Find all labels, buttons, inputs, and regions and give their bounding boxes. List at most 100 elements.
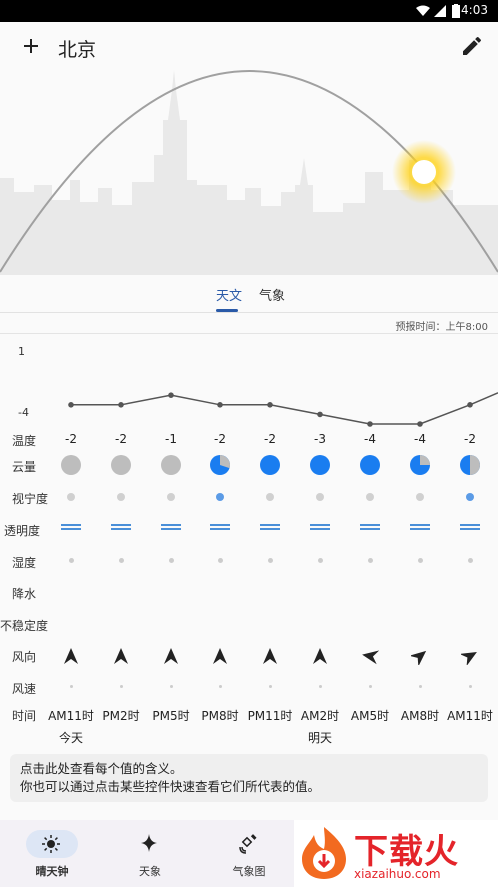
temperature-point[interactable] bbox=[168, 392, 174, 398]
humidity-dot[interactable] bbox=[119, 558, 124, 563]
cloud-cover-indicator[interactable] bbox=[209, 454, 231, 476]
temperature-value[interactable]: -2 bbox=[195, 432, 245, 446]
seeing-dot[interactable] bbox=[167, 493, 175, 501]
humidity-dot[interactable] bbox=[418, 558, 423, 563]
time-label: AM11时 bbox=[48, 709, 94, 723]
pencil-icon bbox=[463, 36, 481, 55]
wind-arrow-icon[interactable] bbox=[461, 647, 479, 665]
cloud-cover-indicator[interactable] bbox=[459, 454, 481, 476]
wind-speed-dot[interactable] bbox=[120, 685, 123, 688]
cloud-cover-indicator[interactable] bbox=[160, 454, 182, 476]
signal-icon bbox=[434, 5, 446, 17]
wind-arrow-icon[interactable] bbox=[62, 647, 80, 665]
row-label-humidity[interactable]: 湿度 bbox=[12, 554, 36, 571]
temperature-point[interactable] bbox=[267, 402, 273, 408]
transparency-indicator[interactable] bbox=[210, 524, 230, 530]
satellite-icon bbox=[239, 834, 257, 854]
cloud-cover-indicator[interactable] bbox=[259, 454, 281, 476]
humidity-dot[interactable] bbox=[468, 558, 473, 563]
cloud-cover-indicator[interactable] bbox=[409, 454, 431, 476]
temperature-point[interactable] bbox=[118, 402, 124, 408]
row-label-precipitation[interactable]: 降水 bbox=[12, 585, 36, 602]
humidity-dot[interactable] bbox=[169, 558, 174, 563]
wind-speed-dot[interactable] bbox=[469, 685, 472, 688]
transparency-indicator[interactable] bbox=[410, 524, 430, 530]
cloud-cover-indicator[interactable] bbox=[60, 454, 82, 476]
cloud-cover-indicator[interactable] bbox=[309, 454, 331, 476]
temperature-point[interactable] bbox=[367, 421, 373, 427]
seeing-dot[interactable] bbox=[266, 493, 274, 501]
wind-arrow-icon[interactable] bbox=[311, 647, 329, 665]
transparency-indicator[interactable] bbox=[460, 524, 480, 530]
transparency-indicator[interactable] bbox=[161, 524, 181, 530]
status-time: 4:03 bbox=[461, 3, 488, 17]
info-box[interactable]: 点击此处查看每个值的含义。 你也可以通过点击某些控件快速查看它们所代表的值。 bbox=[10, 754, 488, 802]
sun-path-skyline bbox=[0, 70, 498, 275]
transparency-indicator[interactable] bbox=[61, 524, 81, 530]
temperature-value[interactable]: -2 bbox=[245, 432, 295, 446]
wind-arrow-icon[interactable] bbox=[261, 647, 279, 665]
wind-speed-dot[interactable] bbox=[419, 685, 422, 688]
edit-button[interactable] bbox=[460, 34, 484, 58]
humidity-dot[interactable] bbox=[368, 558, 373, 563]
tab-meteorology[interactable]: 气象 bbox=[259, 285, 285, 304]
cloud-cover-indicator[interactable] bbox=[110, 454, 132, 476]
temperature-value[interactable]: -4 bbox=[345, 432, 395, 446]
temperature-point[interactable] bbox=[417, 421, 423, 427]
transparency-indicator[interactable] bbox=[360, 524, 380, 530]
temperature-value[interactable]: -4 bbox=[395, 432, 445, 446]
row-label-transparency[interactable]: 透明度 bbox=[4, 522, 40, 539]
wind-speed-dot[interactable] bbox=[369, 685, 372, 688]
nav-label: 气象图 bbox=[232, 865, 266, 878]
humidity-dot[interactable] bbox=[268, 558, 273, 563]
humidity-dot[interactable] bbox=[318, 558, 323, 563]
row-label-time[interactable]: 时间 bbox=[12, 707, 36, 724]
seeing-dot[interactable] bbox=[67, 493, 75, 501]
row-label-wind-speed[interactable]: 风速 bbox=[12, 680, 36, 697]
wind-arrow-icon[interactable] bbox=[361, 647, 379, 665]
watermark: 下载火 xiazaihuo.com bbox=[294, 820, 498, 887]
seeing-dot[interactable] bbox=[466, 493, 474, 501]
temperature-point[interactable] bbox=[317, 411, 323, 418]
row-label-wind-direction[interactable]: 风向 bbox=[12, 648, 36, 665]
add-location-button[interactable] bbox=[18, 33, 44, 59]
temperature-value[interactable]: -3 bbox=[295, 432, 345, 446]
humidity-dot[interactable] bbox=[69, 558, 74, 563]
seeing-dot[interactable] bbox=[316, 493, 324, 501]
watermark-domain: xiazaihuo.com bbox=[354, 867, 441, 881]
row-label-temperature[interactable]: 温度 bbox=[12, 432, 36, 449]
temperature-value[interactable]: -1 bbox=[146, 432, 196, 446]
wind-speed-dot[interactable] bbox=[319, 685, 322, 688]
wind-speed-dot[interactable] bbox=[170, 685, 173, 688]
tab-astronomy[interactable]: 天文 bbox=[216, 285, 242, 304]
row-label-cloud[interactable]: 云量 bbox=[12, 458, 36, 475]
wind-arrow-icon[interactable] bbox=[411, 647, 429, 665]
row-label-instability[interactable]: 不稳定度 bbox=[0, 617, 48, 634]
temperature-value[interactable]: -2 bbox=[445, 432, 495, 446]
temperature-value[interactable]: -2 bbox=[96, 432, 146, 446]
wind-arrow-icon[interactable] bbox=[162, 647, 180, 665]
transparency-indicator[interactable] bbox=[111, 524, 131, 530]
seeing-dot[interactable] bbox=[416, 493, 424, 501]
row-label-seeing[interactable]: 视宁度 bbox=[12, 490, 48, 507]
wind-speed-dot[interactable] bbox=[269, 685, 272, 688]
temperature-value[interactable]: -2 bbox=[46, 432, 96, 446]
seeing-dot[interactable] bbox=[117, 493, 125, 501]
transparency-indicator[interactable] bbox=[260, 524, 280, 530]
transparency-indicator[interactable] bbox=[310, 524, 330, 530]
seeing-dot[interactable] bbox=[366, 493, 374, 501]
time-label: AM5时 bbox=[350, 709, 390, 723]
temperature-point[interactable] bbox=[68, 402, 74, 408]
temperature-point[interactable] bbox=[217, 402, 223, 408]
wind-speed-dot[interactable] bbox=[70, 685, 73, 688]
cloud-cover-indicator[interactable] bbox=[359, 454, 381, 476]
wind-arrow-icon[interactable] bbox=[112, 647, 130, 665]
wind-arrow-icon[interactable] bbox=[211, 647, 229, 665]
wifi-icon bbox=[416, 5, 430, 16]
temperature-point[interactable] bbox=[467, 402, 473, 408]
plus-icon bbox=[24, 39, 38, 53]
humidity-dot[interactable] bbox=[218, 558, 223, 563]
seeing-dot[interactable] bbox=[216, 493, 224, 501]
time-label: PM2时 bbox=[102, 709, 140, 723]
wind-speed-dot[interactable] bbox=[219, 685, 222, 688]
